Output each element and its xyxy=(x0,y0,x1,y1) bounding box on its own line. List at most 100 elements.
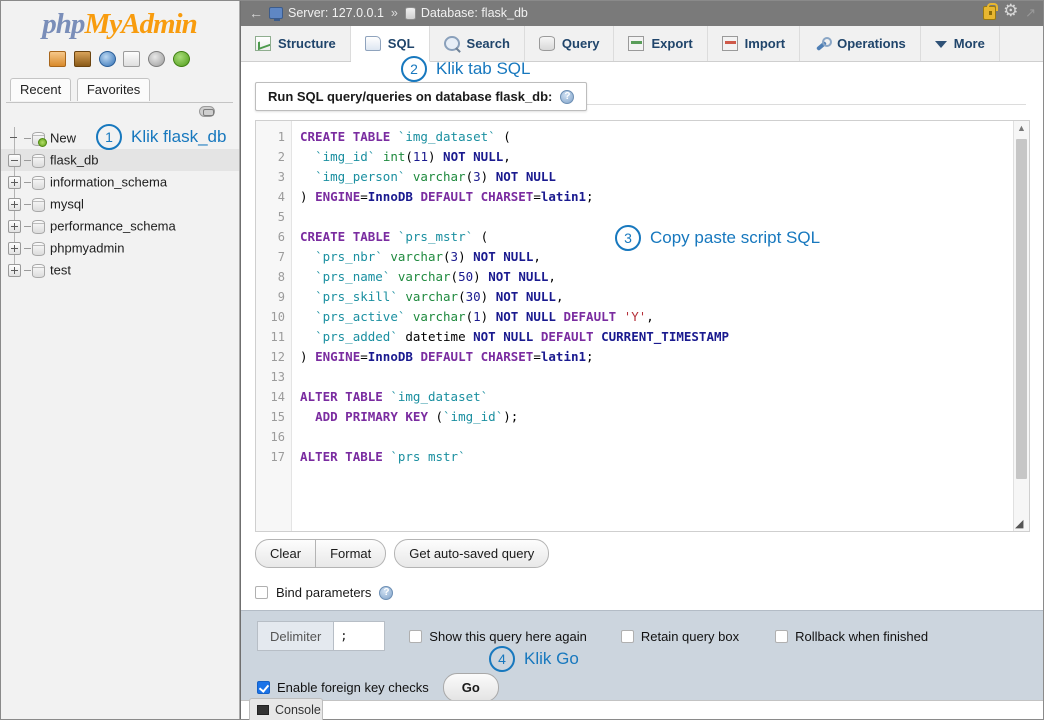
tree-item-flask-db[interactable]: flask_db xyxy=(0,149,239,171)
tab-label: Operations xyxy=(837,36,906,51)
console-bar[interactable] xyxy=(241,700,1044,720)
clear-button[interactable]: Clear xyxy=(255,539,317,568)
help-icon[interactable]: ? xyxy=(560,89,575,104)
phpmyadmin-logo[interactable]: phpMyAdmin xyxy=(0,0,239,43)
tree-dash xyxy=(24,248,31,250)
database-icon xyxy=(32,241,45,256)
callout-number: 3 xyxy=(615,225,641,251)
tree-dash xyxy=(24,204,31,206)
callout-number: 2 xyxy=(401,56,427,82)
query-options-row-1: Delimiter Show this query here again Ret… xyxy=(257,621,1034,651)
tab-query[interactable]: Query xyxy=(524,26,615,61)
collapse-icon[interactable]: ↗ xyxy=(1025,5,1036,21)
tree-item-performance-schema[interactable]: performance_schema xyxy=(0,215,239,237)
tab-recent[interactable]: Recent xyxy=(10,78,72,101)
line-number: 2 xyxy=(277,150,285,164)
sidebar-tabs: Recent Favorites xyxy=(0,78,239,102)
pin-icon[interactable] xyxy=(199,106,215,117)
gear-icon[interactable] xyxy=(1003,2,1018,21)
sql-code-content[interactable]: CREATE TABLE `img_dataset` ( `img_id` in… xyxy=(292,121,1013,531)
tree-toggle-plus-icon[interactable] xyxy=(8,242,21,256)
database-icon xyxy=(32,263,45,278)
panel-legend-label: Run SQL query/queries on database flask_… xyxy=(268,89,553,104)
tree-item-test[interactable]: test xyxy=(0,259,239,281)
sql-line: CREATE TABLE `img_dataset` ( xyxy=(300,129,511,144)
sql-line xyxy=(300,367,1013,387)
tree-toggle-minus-icon[interactable] xyxy=(8,154,21,168)
breadcrumb-actions: ↗ xyxy=(983,2,1038,21)
tab-label: SQL xyxy=(387,36,415,51)
line-number: 9 xyxy=(277,290,285,304)
callout-text: Klik Go xyxy=(524,649,579,668)
home-icon[interactable] xyxy=(49,50,67,67)
console-label: Console xyxy=(275,702,321,717)
sql-line: ) ENGINE=InnoDB DEFAULT CHARSET=latin1; xyxy=(300,349,594,364)
tree-item-label: New xyxy=(50,130,77,146)
settings-icon[interactable] xyxy=(147,50,165,67)
sql-line: `img_person` varchar(3) NOT NULL xyxy=(315,169,556,184)
bind-parameters-row: Bind parameters ? xyxy=(255,585,394,600)
rollback-when-finished-option[interactable]: Rollback when finished xyxy=(775,629,928,644)
tab-operations[interactable]: Operations xyxy=(800,26,921,61)
breadcrumb-separator: » xyxy=(390,6,398,20)
refresh-icon[interactable] xyxy=(172,50,190,67)
sql-line: `prs_name` varchar(50) NOT NULL, xyxy=(315,269,556,284)
format-button[interactable]: Format xyxy=(316,539,387,568)
show-query-again-label: Show this query here again xyxy=(429,628,587,644)
retain-query-box-checkbox[interactable] xyxy=(620,629,634,643)
bind-parameters-checkbox[interactable] xyxy=(255,586,268,599)
breadcrumb-bar: ← Server: 127.0.0.1 » Database: flask_db… xyxy=(241,0,1044,26)
rollback-when-finished-checkbox[interactable] xyxy=(775,629,789,643)
show-query-again-checkbox[interactable] xyxy=(409,629,423,643)
tab-export[interactable]: Export xyxy=(614,26,708,61)
sql-line: `prs_added` datetime NOT NULL DEFAULT CU… xyxy=(315,329,730,344)
lock-icon[interactable] xyxy=(983,3,999,20)
back-arrow-icon[interactable]: ← xyxy=(247,4,265,22)
sql-editor[interactable]: 1 2 3 4 5 6 7 8 9 10 11 12 13 14 15 16 1 xyxy=(255,120,1030,532)
resize-handle-icon[interactable]: ◢ xyxy=(1015,518,1027,530)
docs-icon[interactable] xyxy=(123,50,141,67)
tree-dash xyxy=(24,226,31,228)
main-panel: ← Server: 127.0.0.1 » Database: flask_db… xyxy=(240,0,1044,720)
get-auto-saved-query-button[interactable]: Get auto-saved query xyxy=(394,539,550,568)
delimiter-label: Delimiter xyxy=(257,621,334,651)
callout-4: 4 Klik Go xyxy=(489,646,579,672)
sidebar-icon-row xyxy=(0,50,239,68)
server-exit-icon[interactable] xyxy=(74,50,92,67)
tab-favorites[interactable]: Favorites xyxy=(76,78,151,101)
retain-query-box-option[interactable]: Retain query box xyxy=(620,629,739,644)
scroll-up-icon[interactable]: ▲ xyxy=(1014,121,1029,135)
tree-item-label: phpmyadmin xyxy=(50,240,125,256)
scrollbar-thumb[interactable] xyxy=(1016,139,1027,479)
database-tree: New flask_db information_schema mysql pe… xyxy=(0,127,239,281)
tree-toggle-plus-icon[interactable] xyxy=(8,264,21,278)
tab-more[interactable]: More xyxy=(920,26,1000,61)
chevron-down-icon xyxy=(934,41,947,48)
go-button[interactable]: Go xyxy=(442,673,499,702)
export-icon xyxy=(628,36,645,51)
breadcrumb-database[interactable]: Database: flask_db xyxy=(421,6,528,20)
tree-toggle-plus-icon[interactable] xyxy=(8,198,21,212)
show-query-again-option[interactable]: Show this query here again xyxy=(409,629,587,644)
editor-scrollbar[interactable]: ▲ xyxy=(1013,121,1029,531)
line-number: 10 xyxy=(270,310,285,324)
breadcrumb-server[interactable]: Server: 127.0.0.1 xyxy=(288,6,384,20)
help-icon[interactable]: ? xyxy=(379,585,394,600)
tab-structure[interactable]: Structure xyxy=(241,26,351,61)
tree-item-mysql[interactable]: mysql xyxy=(0,193,239,215)
tree-item-phpmyadmin[interactable]: phpmyadmin xyxy=(0,237,239,259)
foreign-key-checks-option[interactable]: Enable foreign key checks xyxy=(257,680,429,695)
help-icon[interactable] xyxy=(98,50,116,67)
query-options-bar: Delimiter Show this query here again Ret… xyxy=(241,610,1044,720)
tree-toggle-plus-icon[interactable] xyxy=(8,220,21,234)
delimiter-input[interactable] xyxy=(333,621,386,651)
foreign-key-checks-checkbox[interactable] xyxy=(257,681,270,694)
tree-item-label: mysql xyxy=(50,196,84,212)
tab-import[interactable]: Import xyxy=(707,26,801,61)
tree-dash xyxy=(24,182,31,184)
server-icon xyxy=(269,7,283,21)
tree-toggle-plus-icon[interactable] xyxy=(8,176,21,190)
console-toggle[interactable]: Console xyxy=(249,698,323,720)
tree-item-label: performance_schema xyxy=(50,218,176,234)
tree-item-information-schema[interactable]: information_schema xyxy=(0,171,239,193)
